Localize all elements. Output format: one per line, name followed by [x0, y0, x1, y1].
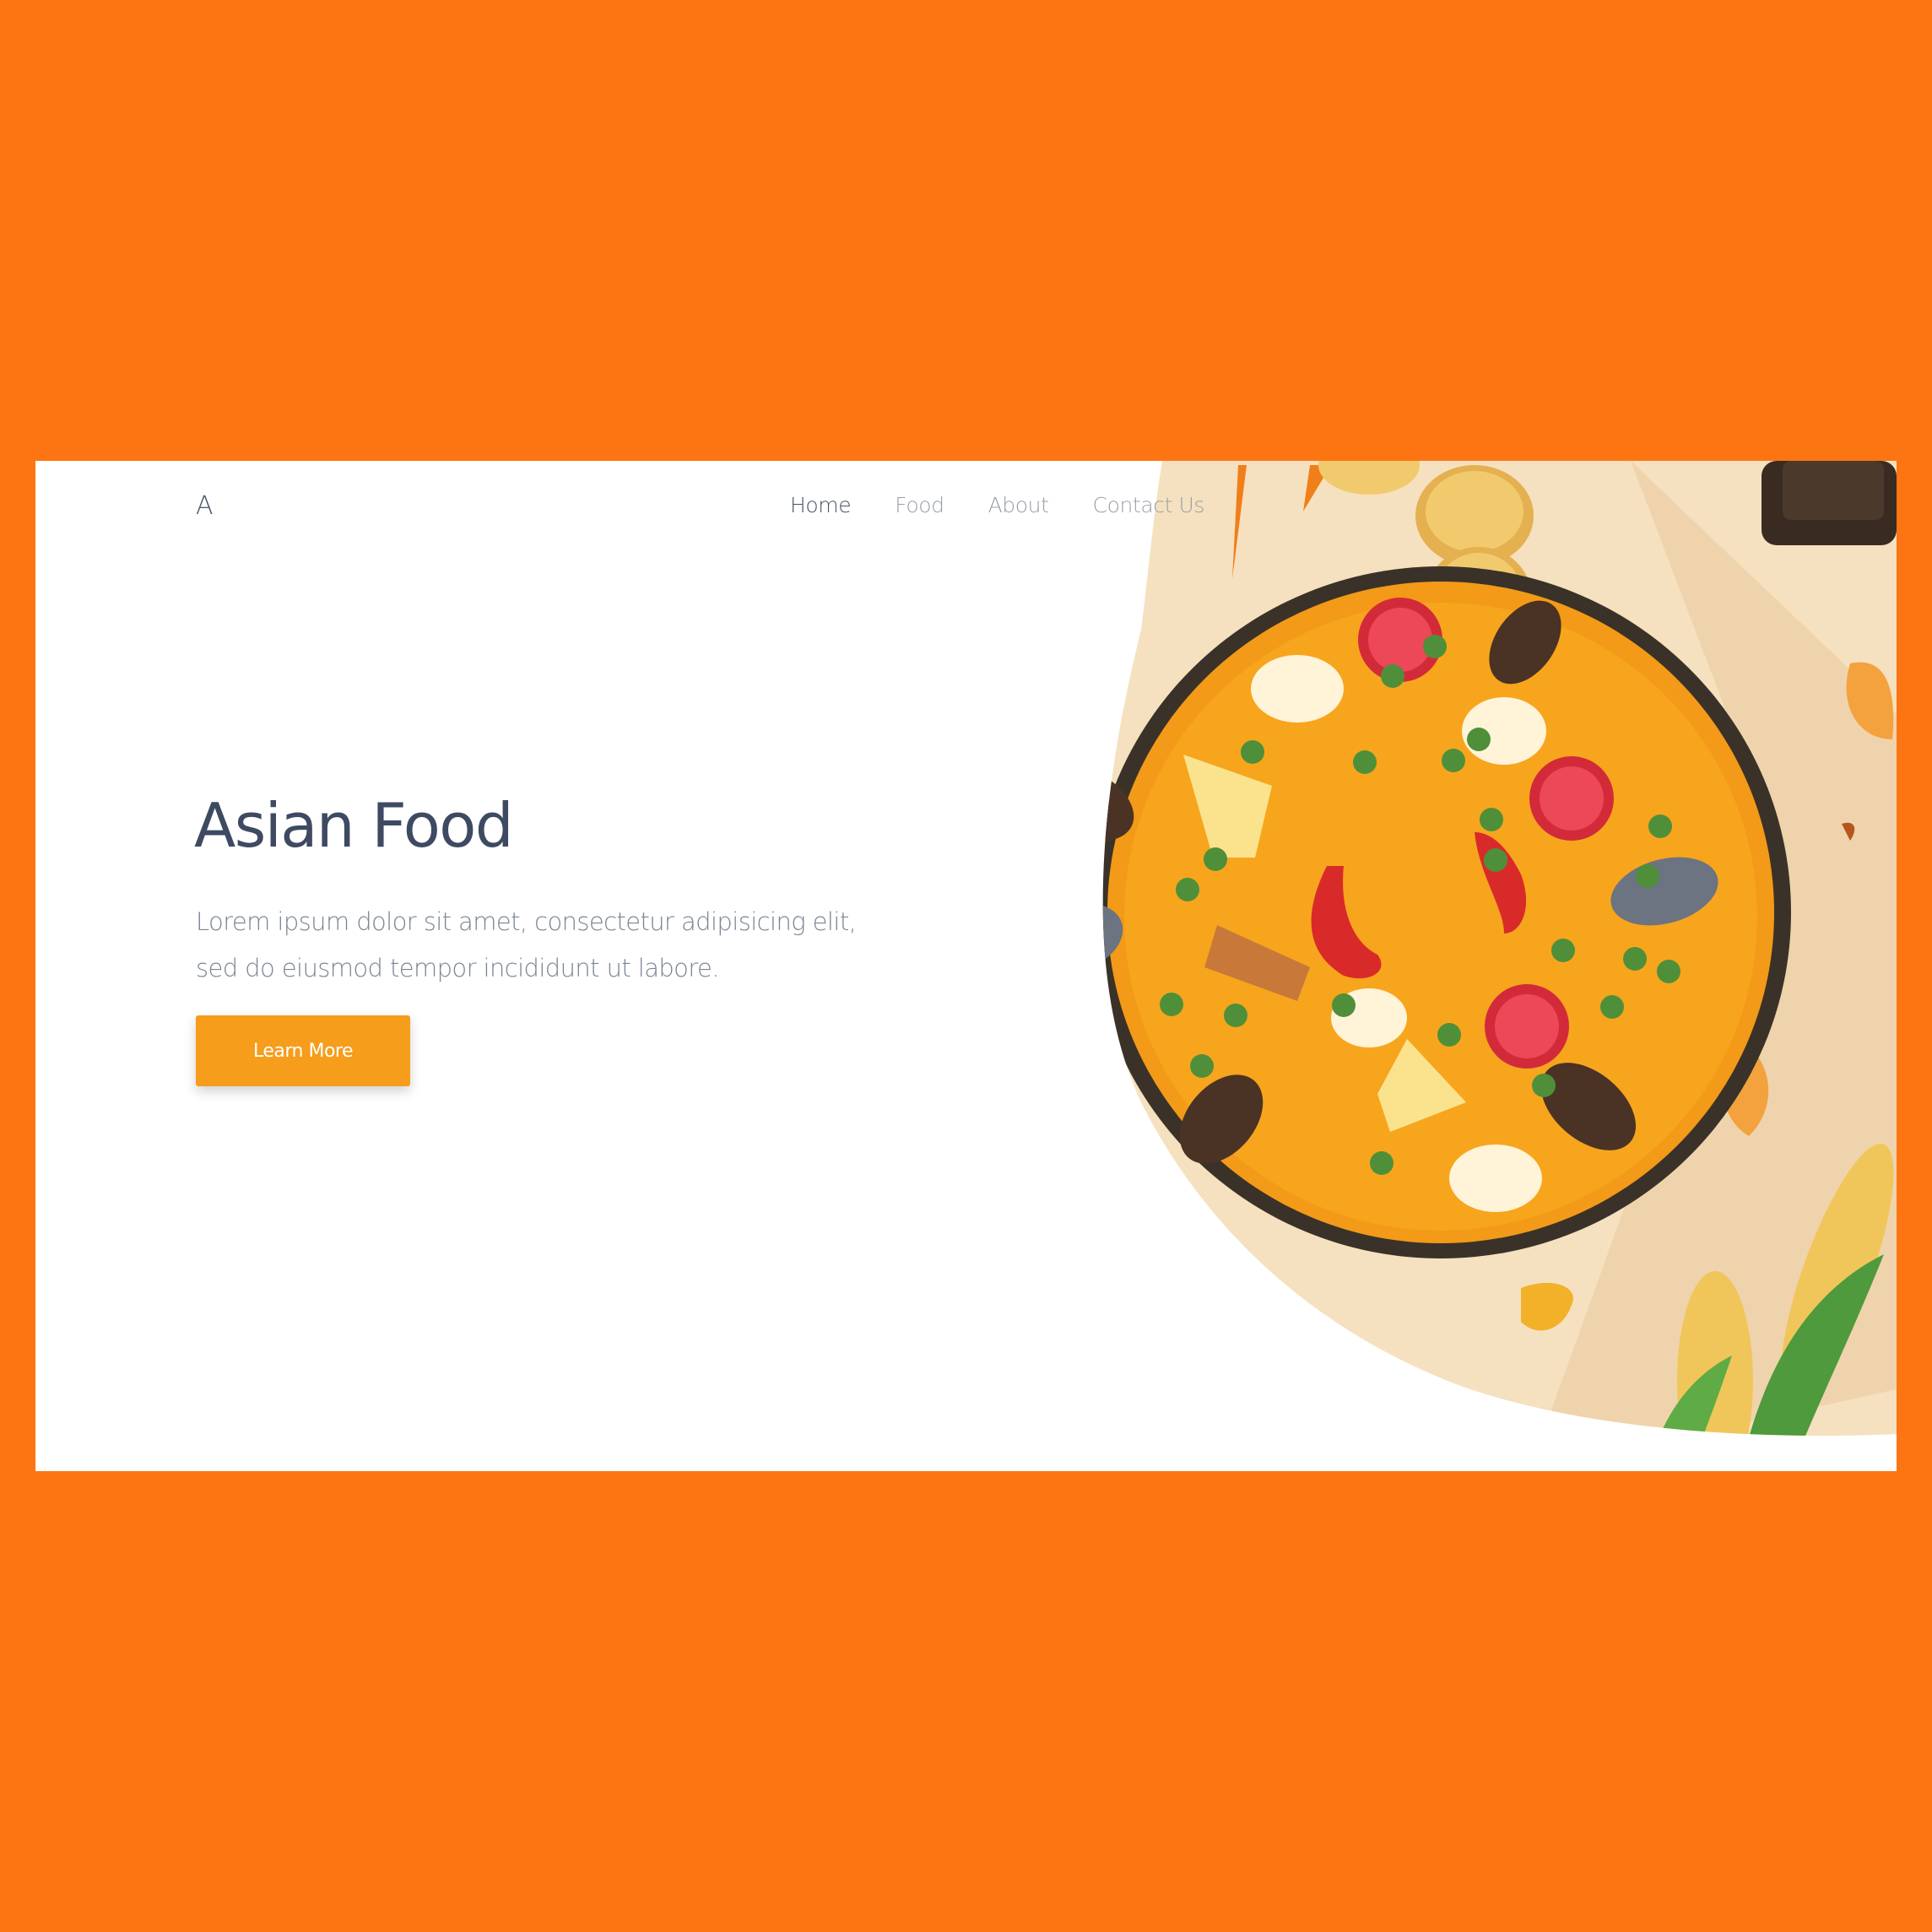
paella-illustration	[1006, 461, 1897, 1471]
paella-pan-illustration	[1102, 461, 1897, 1436]
nav-home[interactable]: Home	[790, 493, 852, 517]
nav-about[interactable]: About	[988, 493, 1049, 517]
nav-food[interactable]: Food	[895, 493, 944, 517]
nav-contact-us[interactable]: Contact Us	[1093, 493, 1205, 517]
hero-description: Lorem ipsum dolor sit amet, consectetur …	[196, 907, 857, 982]
main-nav: Home Food About Contact Us	[790, 493, 1204, 517]
landing-page: A Home Food About Contact Us Asian Food …	[35, 461, 1897, 1471]
hero-title: Asian Food	[194, 790, 514, 861]
learn-more-button[interactable]: Learn More	[196, 1015, 410, 1086]
logo[interactable]: A	[196, 491, 214, 521]
